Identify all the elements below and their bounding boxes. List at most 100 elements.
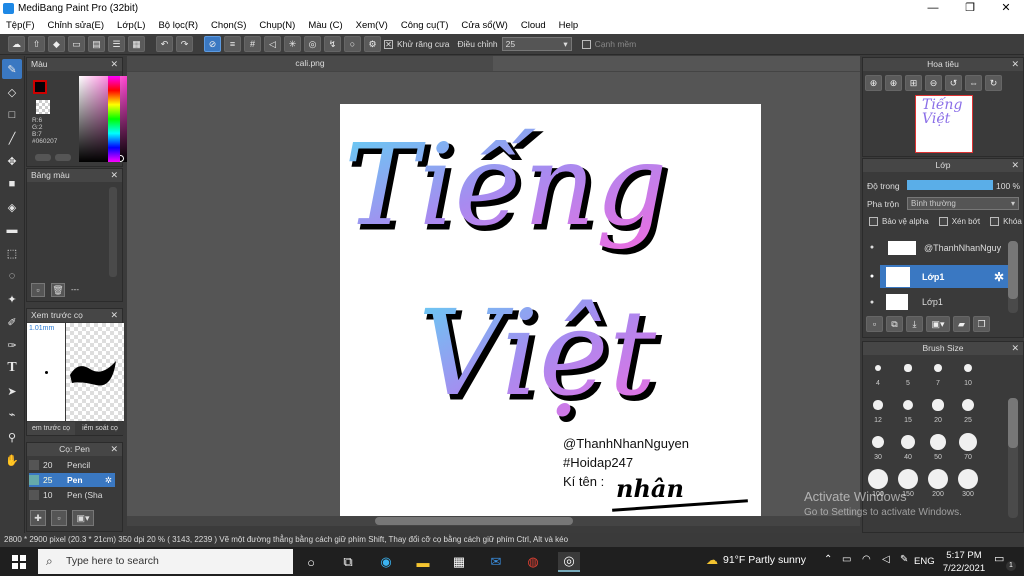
correction-select[interactable]: 25: [501, 37, 572, 51]
rotate-left-icon[interactable]: ↺: [945, 75, 962, 91]
cloud-icon[interactable]: ☁: [8, 36, 25, 52]
text-tool-icon[interactable]: T: [2, 358, 22, 378]
saturation-value-field[interactable]: [79, 76, 130, 162]
brush-size-cell[interactable]: 5: [893, 358, 923, 387]
bucket-tool-icon[interactable]: ◈: [2, 197, 22, 217]
menu-snap[interactable]: Chụp(N): [259, 20, 295, 31]
brush-tool-icon[interactable]: ✎: [2, 59, 22, 79]
select-pen-icon[interactable]: ✐: [2, 312, 22, 332]
opacity-slider[interactable]: [907, 180, 993, 190]
menu-color[interactable]: Màu (C): [308, 20, 342, 31]
wifi-icon[interactable]: ◠: [862, 554, 871, 565]
color-picker-button[interactable]: [55, 154, 71, 161]
brush-size-cell[interactable]: 4: [863, 358, 893, 387]
brush-size-cell[interactable]: 30: [863, 432, 893, 461]
clock[interactable]: 5:17 PM 7/22/2021: [942, 549, 986, 575]
brush-size-cell[interactable]: 25: [953, 395, 983, 424]
clipping-checkbox[interactable]: [938, 217, 948, 226]
copy-brush-icon[interactable]: ▫: [51, 510, 67, 526]
close-button[interactable]: ✕: [991, 1, 1021, 16]
brush-item-pencil[interactable]: 20 Pencil: [29, 458, 115, 472]
file-explorer-icon[interactable]: ▬: [412, 552, 434, 572]
duplicate-layer-icon[interactable]: ⧉: [886, 316, 903, 332]
line-tool-icon[interactable]: ╱: [2, 128, 22, 148]
windows-start-icon[interactable]: [8, 552, 30, 572]
vanish-point-icon[interactable]: ◁: [264, 36, 281, 52]
zoom-in-icon[interactable]: ⊕: [865, 75, 882, 91]
brush-size-cell[interactable]: 50: [923, 432, 953, 461]
brush-size-cell[interactable]: 20: [923, 395, 953, 424]
palette-scrollbar[interactable]: [109, 187, 117, 277]
close-icon[interactable]: ✕: [110, 309, 118, 322]
horizontal-scrollbar[interactable]: [127, 516, 860, 526]
tab-brush-control[interactable]: iểm soát cọ: [76, 422, 124, 435]
close-icon[interactable]: ✕: [1011, 159, 1019, 172]
network-icon[interactable]: ▭: [842, 554, 851, 565]
menu-tools[interactable]: Công cụ(T): [401, 20, 449, 31]
brush-size-cell[interactable]: 10: [953, 358, 983, 387]
layer-row-text[interactable]: ● @ThanhNhanNguy: [864, 236, 1008, 259]
weather-widget[interactable]: ☁ 91°F Partly sunny: [706, 553, 806, 567]
add-brush-icon[interactable]: ✚: [30, 510, 46, 526]
eye-icon[interactable]: ●: [864, 299, 880, 306]
hand-tool-icon[interactable]: ✋: [2, 450, 22, 470]
rect-tool-icon[interactable]: □: [2, 105, 22, 125]
menu-edit[interactable]: Chỉnh sửa(E): [48, 20, 105, 31]
layer-row-selected[interactable]: ● Lớp1 ✲: [864, 265, 1008, 288]
parallel-snap-icon[interactable]: ≡: [224, 36, 241, 52]
new-palette-icon[interactable]: ▫: [31, 283, 45, 297]
foreground-color-swatch[interactable]: [33, 80, 47, 94]
rotate-right-icon[interactable]: ↻: [985, 75, 1002, 91]
radial-icon[interactable]: ✳: [284, 36, 301, 52]
cortana-icon[interactable]: ○: [300, 552, 322, 572]
flip-icon[interactable]: ⇔: [965, 75, 982, 91]
brush-size-cell[interactable]: 70: [953, 432, 983, 461]
zoom-out-icon[interactable]: ⊕: [885, 75, 902, 91]
curve-icon[interactable]: ↯: [324, 36, 341, 52]
hue-slider[interactable]: [108, 76, 120, 162]
fill-rect-tool-icon[interactable]: ■: [2, 174, 22, 194]
menu-select[interactable]: Chọn(S): [211, 20, 246, 31]
menu-file[interactable]: Tệp(F): [6, 20, 35, 31]
tray-chevron-icon[interactable]: ⌃: [824, 554, 832, 565]
redo-icon[interactable]: ↷: [176, 36, 193, 52]
brush-size-cell[interactable]: 12: [863, 395, 893, 424]
close-icon[interactable]: ✕: [110, 443, 118, 456]
gear-icon[interactable]: ✲: [994, 270, 1004, 284]
merge-layer-icon[interactable]: ⤓: [906, 316, 923, 332]
comment-icon[interactable]: ◆: [48, 36, 65, 52]
document-icon[interactable]: ▤: [88, 36, 105, 52]
move-tool-icon[interactable]: ✥: [2, 151, 22, 171]
new-layer-icon[interactable]: ▫: [866, 316, 883, 332]
tab-brush-preview[interactable]: em trước cọ: [27, 422, 75, 435]
notification-icon[interactable]: ▭: [994, 552, 1004, 565]
speaker-icon[interactable]: ◁: [882, 554, 890, 565]
brush-item-pen-shadow[interactable]: 10 Pen (Sha: [29, 488, 115, 502]
menu-window[interactable]: Cửa sổ(W): [461, 20, 507, 31]
maximize-button[interactable]: ❐: [955, 1, 985, 16]
canvas-paper[interactable]: Tiếng Tiếng Việt Việt @ThanhNhanNguyen #…: [340, 104, 761, 516]
close-icon[interactable]: ✕: [110, 169, 118, 182]
brush-menu-icon[interactable]: ▣▾: [72, 510, 94, 526]
select-rect-icon[interactable]: ⬚: [2, 243, 22, 263]
divide-tool-icon[interactable]: ⌁: [2, 404, 22, 424]
brush-size-cell[interactable]: 40: [893, 432, 923, 461]
store-icon[interactable]: ▦: [448, 552, 470, 572]
minimize-button[interactable]: —: [918, 1, 948, 16]
folder-icon[interactable]: ▰: [953, 316, 970, 332]
operation-tool-icon[interactable]: ➤: [2, 381, 22, 401]
language-indicator[interactable]: ENG: [914, 556, 935, 567]
brush-size-scrollbar[interactable]: [1008, 398, 1018, 518]
menu-filter[interactable]: Bộ lọc(R): [158, 20, 198, 31]
navigator-thumbnail[interactable]: Tiếng Việt: [915, 95, 973, 153]
upload-icon[interactable]: ⇧: [28, 36, 45, 52]
antialias-checkbox[interactable]: ✕ Khử răng cưa: [384, 39, 450, 49]
layer-menu-icon[interactable]: ▣▾: [926, 316, 950, 332]
menu-layer[interactable]: Lớp(L): [117, 20, 145, 31]
close-icon[interactable]: ✕: [1011, 58, 1019, 71]
taskbar-search-input[interactable]: ⌕ Type here to search: [38, 549, 293, 574]
mail-icon[interactable]: ✉: [485, 552, 507, 572]
menu-view[interactable]: Xem(V): [356, 20, 388, 31]
brush-item-pen[interactable]: 25 Pen ✲: [29, 473, 115, 487]
snap-off-icon[interactable]: ⊘: [204, 36, 221, 52]
